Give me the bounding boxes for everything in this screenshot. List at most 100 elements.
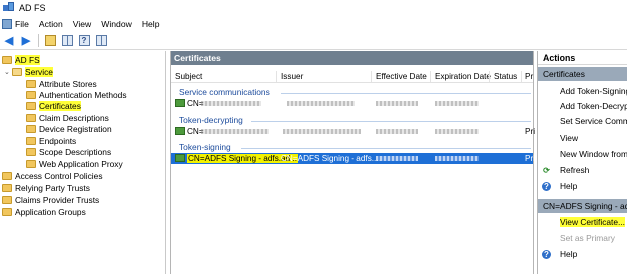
actions-title: Actions bbox=[538, 51, 627, 65]
show-hide-tree-button[interactable] bbox=[60, 33, 74, 47]
folder-icon bbox=[26, 90, 36, 99]
group-separator bbox=[241, 148, 531, 149]
tree-node-service[interactable]: ⌄ Service bbox=[4, 66, 53, 77]
certificate-icon bbox=[175, 154, 185, 162]
menu-view[interactable]: View bbox=[73, 19, 91, 29]
tree-node-endpoints[interactable]: Endpoints bbox=[26, 135, 76, 146]
actions-group-certificates[interactable]: Certificates bbox=[538, 67, 627, 81]
action-pane-icon bbox=[95, 34, 107, 46]
action-new-window[interactable]: New Window from I bbox=[538, 147, 627, 161]
group-service-communications: Service communications bbox=[179, 87, 270, 97]
redacted-subject bbox=[201, 101, 261, 106]
action-add-token-decrypting[interactable]: Add Token-Decrypti bbox=[538, 99, 627, 113]
refresh-icon: ⟳ bbox=[543, 165, 550, 175]
table-row[interactable]: CN= bbox=[171, 98, 533, 109]
help-icon: ? bbox=[542, 249, 551, 259]
action-view-certificate[interactable]: View Certificate... bbox=[538, 215, 627, 229]
column-issuer[interactable]: Issuer bbox=[281, 72, 303, 81]
folder-icon bbox=[2, 171, 12, 180]
window-title: AD FS bbox=[19, 2, 46, 13]
tree-node-authentication-methods[interactable]: Authentication Methods bbox=[26, 89, 127, 100]
action-help[interactable]: ? Help bbox=[538, 179, 627, 193]
folder-icon bbox=[2, 207, 12, 216]
folder-icon bbox=[26, 101, 36, 110]
file-menu-icon bbox=[2, 18, 12, 29]
menu-bar: File Action View Window Help bbox=[0, 16, 627, 31]
center-pane-title: Certificates bbox=[171, 51, 533, 65]
column-divider[interactable] bbox=[430, 71, 431, 82]
folder-icon bbox=[26, 159, 36, 168]
menu-action[interactable]: Action bbox=[39, 19, 63, 29]
column-expiration-date[interactable]: Expiration Date bbox=[435, 72, 491, 81]
table-row[interactable]: CN= Pri bbox=[171, 126, 535, 137]
redacted-issuer bbox=[287, 101, 355, 106]
column-effective-date[interactable]: Effective Date bbox=[376, 72, 427, 81]
column-subject[interactable]: Subject bbox=[175, 72, 202, 81]
group-token-decrypting: Token-decrypting bbox=[179, 115, 243, 125]
tree-node-certificates[interactable]: Certificates bbox=[26, 100, 81, 111]
folder-icon bbox=[26, 136, 36, 145]
action-set-service-communications[interactable]: Set Service Commu bbox=[538, 114, 627, 128]
actions-pane: Actions Certificates Add Token-Signing A… bbox=[537, 51, 627, 274]
folder-icon bbox=[26, 124, 36, 133]
forward-arrow-icon[interactable]: ▶ bbox=[19, 33, 33, 47]
tree-node-scope-descriptions[interactable]: Scope Descriptions bbox=[26, 146, 111, 157]
column-divider[interactable] bbox=[521, 71, 522, 82]
certificate-icon bbox=[175, 127, 185, 135]
redacted-expiration-date bbox=[435, 129, 479, 134]
column-divider[interactable] bbox=[371, 71, 372, 82]
action-add-token-signing[interactable]: Add Token-Signing bbox=[538, 84, 627, 98]
back-arrow-icon[interactable]: ◀ bbox=[2, 33, 16, 47]
console-tree: AD FS ⌄ Service Attribute Stores Authent… bbox=[0, 51, 166, 274]
column-primary[interactable]: Pr bbox=[525, 72, 533, 81]
title-bar: AD FS bbox=[0, 0, 627, 15]
action-set-as-primary: Set as Primary bbox=[560, 233, 615, 243]
folder-icon bbox=[2, 195, 12, 204]
redacted-expiration-date bbox=[435, 156, 479, 161]
help-button[interactable]: ? bbox=[77, 33, 91, 47]
collapse-chevron-icon[interactable]: ⌄ bbox=[4, 68, 11, 76]
certificates-pane: Certificates Subject Issuer Effective Da… bbox=[170, 51, 535, 274]
tree-node-web-application-proxy[interactable]: Web Application Proxy bbox=[26, 158, 123, 169]
menu-help[interactable]: Help bbox=[142, 19, 160, 29]
action-view[interactable]: View bbox=[538, 131, 627, 145]
group-separator bbox=[281, 93, 531, 94]
up-folder-icon bbox=[44, 34, 56, 46]
redacted-subject bbox=[201, 129, 269, 134]
action-pane-button[interactable] bbox=[94, 33, 108, 47]
tree-node-adfs[interactable]: AD FS bbox=[2, 54, 40, 65]
redacted-issuer bbox=[283, 129, 361, 134]
tree-node-attribute-stores[interactable]: Attribute Stores bbox=[26, 78, 97, 89]
tree-node-claims-provider-trusts[interactable]: Claims Provider Trusts bbox=[2, 194, 99, 205]
tree-node-access-control-policies[interactable]: Access Control Policies bbox=[2, 170, 103, 181]
redacted-effective-date bbox=[376, 156, 418, 161]
up-folder-button[interactable] bbox=[43, 33, 57, 47]
tree-node-relying-party-trusts[interactable]: Relying Party Trusts bbox=[2, 182, 90, 193]
certificate-icon bbox=[175, 99, 185, 107]
tree-node-application-groups[interactable]: Application Groups bbox=[2, 206, 86, 217]
group-separator bbox=[251, 121, 531, 122]
folder-icon bbox=[2, 55, 12, 64]
action-help-certificate[interactable]: ? Help bbox=[538, 247, 627, 261]
toolbar-divider bbox=[38, 33, 39, 47]
folder-icon bbox=[26, 79, 36, 88]
help-book-icon: ? bbox=[78, 34, 90, 46]
toolbar: ◀ ▶ ? bbox=[0, 31, 627, 50]
redacted-effective-date bbox=[376, 101, 418, 106]
tree-node-device-registration[interactable]: Device Registration bbox=[26, 123, 112, 134]
console-tree-icon bbox=[61, 34, 73, 46]
column-divider[interactable] bbox=[489, 71, 490, 82]
folder-icon bbox=[26, 147, 36, 156]
menu-window[interactable]: Window bbox=[101, 19, 132, 29]
table-row-selected[interactable]: CN=ADFS Signing - adfs.ad... CN=ADFS Sig… bbox=[171, 153, 535, 164]
column-status[interactable]: Status bbox=[494, 72, 517, 81]
folder-icon bbox=[26, 113, 36, 122]
action-refresh[interactable]: ⟳ Refresh bbox=[538, 163, 627, 177]
redacted-expiration-date bbox=[435, 101, 479, 106]
menu-file[interactable]: File bbox=[2, 18, 29, 29]
column-divider[interactable] bbox=[276, 71, 277, 82]
group-token-signing: Token-signing bbox=[179, 142, 231, 152]
tree-node-claim-descriptions[interactable]: Claim Descriptions bbox=[26, 112, 109, 123]
actions-group-selected-certificate[interactable]: CN=ADFS Signing - adfs bbox=[538, 199, 627, 213]
adfs-app-icon bbox=[3, 2, 15, 13]
